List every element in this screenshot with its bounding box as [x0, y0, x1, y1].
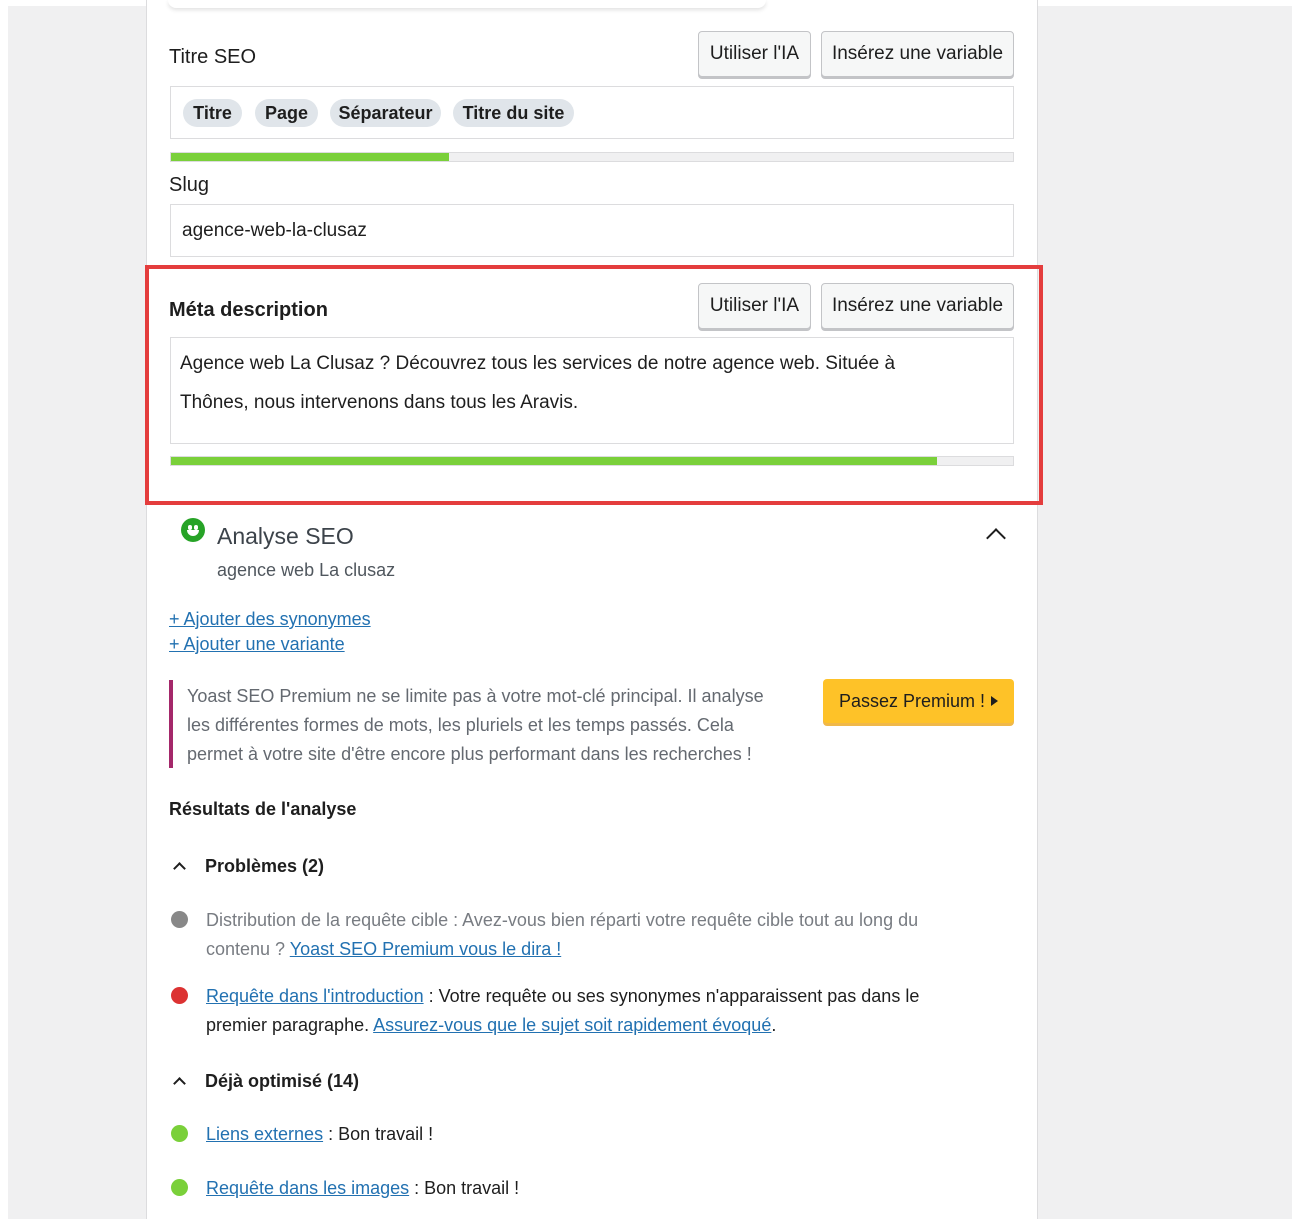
- meta-description-progress-fill: [171, 457, 938, 465]
- analysis-title: Analyse SEO: [217, 523, 354, 549]
- seo-title-progress-bar: [170, 152, 1014, 162]
- analysis-keyphrase: agence web La clusaz: [217, 560, 396, 580]
- play-arrow-icon: [991, 696, 999, 706]
- add-variant-link[interactable]: + Ajouter une variante: [169, 634, 345, 655]
- optimized-heading[interactable]: Déjà optimisé (14): [205, 1071, 359, 1092]
- problem-keyphrase-distribution: Distribution de la requête cible : Avez-…: [206, 910, 919, 959]
- upsell-line-1: Yoast SEO Premium ne se limite pas à vot…: [187, 686, 764, 706]
- variable-chip-page[interactable]: Page: [255, 99, 318, 127]
- upsell-line-3: permet à votre site d'être encore plus p…: [187, 744, 752, 764]
- go-premium-button[interactable]: Passez Premium !: [823, 679, 1014, 723]
- good-status-dot-icon: [171, 1179, 188, 1196]
- neutral-status-dot-icon: [171, 911, 188, 928]
- preview-card-edge: [168, 0, 766, 8]
- meta-description-line-2: Thônes, nous intervenons dans tous les A…: [180, 392, 579, 413]
- smiley-icon: [181, 518, 205, 542]
- seo-title-insert-variable-button[interactable]: Insérez une variable: [821, 31, 1014, 77]
- seo-title-ai-button[interactable]: Utiliser l'IA: [698, 31, 811, 77]
- bad-status-dot-icon: [171, 987, 188, 1004]
- problem-keyphrase-intro: Requête dans l'introduction : Votre requ…: [206, 986, 920, 1035]
- slug-input[interactable]: agence-web-la-clusaz: [170, 204, 1014, 257]
- upsell-line-2: les différentes formes de mots, les plur…: [187, 715, 734, 735]
- external-links-link[interactable]: Liens externes: [206, 1124, 323, 1144]
- meta-description-label: Méta description: [169, 299, 328, 321]
- meta-ai-button[interactable]: Utiliser l'IA: [698, 283, 811, 329]
- premium-link[interactable]: Yoast SEO Premium vous le dira !: [290, 939, 561, 959]
- keyphrase-intro-link[interactable]: Requête dans l'introduction: [206, 986, 424, 1006]
- page-background-left: [8, 6, 146, 1219]
- smiley-mouth: [187, 530, 199, 536]
- seo-title-label: Titre SEO: [169, 46, 257, 68]
- slug-label: Slug: [169, 174, 210, 196]
- results-heading: Résultats de l'analyse: [169, 799, 357, 819]
- good-status-dot-icon: [171, 1125, 188, 1142]
- go-premium-label: Passez Premium !: [838, 690, 986, 711]
- meta-insert-variable-button[interactable]: Insérez une variable: [821, 283, 1014, 329]
- good-keyphrase-images: Requête dans les images : Bon travail !: [206, 1178, 520, 1198]
- good-external-links: Liens externes : Bon travail !: [206, 1124, 434, 1144]
- problems-heading[interactable]: Problèmes (2): [205, 856, 324, 877]
- meta-description-line-1: Agence web La Clusaz ? Découvrez tous le…: [180, 353, 896, 374]
- topic-early-link[interactable]: Assurez-vous que le sujet soit rapidemen…: [373, 1015, 771, 1035]
- variable-chip-separateur[interactable]: Séparateur: [330, 99, 441, 127]
- add-synonyms-link[interactable]: + Ajouter des synonymes: [169, 609, 371, 630]
- meta-description-input[interactable]: Agence web La Clusaz ? Découvrez tous le…: [170, 337, 1014, 444]
- variable-chip-titre[interactable]: Titre: [183, 99, 242, 127]
- page-background-right: [1038, 6, 1292, 1219]
- keyphrase-images-link[interactable]: Requête dans les images: [206, 1178, 409, 1198]
- meta-description-progress-bar: [170, 456, 1014, 466]
- seo-title-progress-fill: [171, 153, 449, 161]
- slug-value: agence-web-la-clusaz: [182, 220, 367, 241]
- variable-chip-titre-du-site[interactable]: Titre du site: [453, 99, 574, 127]
- premium-upsell-text: Yoast SEO Premium ne se limite pas à vot…: [187, 682, 807, 769]
